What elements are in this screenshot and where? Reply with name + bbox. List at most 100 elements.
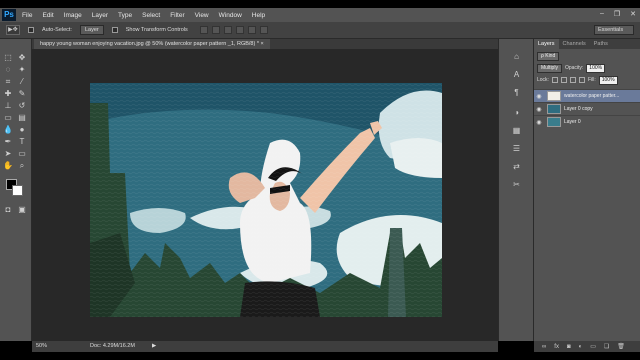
canvas-area[interactable] <box>32 49 498 341</box>
eraser-icon[interactable]: ▭ <box>3 113 13 123</box>
delete-layer-icon[interactable]: 🗑 <box>617 343 625 350</box>
photoshop-logo: Ps <box>2 9 16 21</box>
move-tool-icon[interactable]: ✥ <box>17 53 27 63</box>
lock-label: Lock: <box>537 77 549 83</box>
menu-filter[interactable]: Filter <box>170 12 184 19</box>
history-brush-icon[interactable]: ↺ <box>17 101 27 111</box>
brush-tool-icon[interactable]: ✎ <box>17 89 27 99</box>
zoom-level[interactable]: 50% <box>36 341 47 352</box>
layers-panel: Layers Channels Paths ρ Kind Multiply Op… <box>534 39 640 341</box>
align-left-icon[interactable] <box>235 26 244 34</box>
layer-controls: ρ Kind Multiply Opacity: 100% Lock: Fill… <box>534 49 640 89</box>
opacity-field[interactable]: 100% <box>586 63 606 73</box>
menu-help[interactable]: Help <box>252 12 265 19</box>
dodge-tool-icon[interactable]: ● <box>17 125 27 135</box>
quick-mask-icon[interactable]: ◘ <box>3 205 13 215</box>
menu-type[interactable]: Type <box>118 12 132 19</box>
lock-transparency-icon[interactable] <box>551 77 558 83</box>
type-tool-icon[interactable]: T <box>17 137 27 147</box>
styles-panel-icon[interactable]: ⇄ <box>511 161 522 172</box>
swatches-panel-icon[interactable]: ▦ <box>511 125 522 136</box>
zoom-tool-icon[interactable]: ⌕ <box>17 161 27 171</box>
path-select-icon[interactable]: ➤ <box>3 149 13 159</box>
visibility-eye-icon[interactable]: ◉ <box>534 106 544 113</box>
layer-style-icon[interactable]: fx <box>554 344 559 350</box>
workspace-dropdown[interactable]: Essentials <box>594 25 634 35</box>
lock-position-icon[interactable] <box>569 77 576 83</box>
visibility-eye-icon[interactable]: ◉ <box>534 119 544 126</box>
layers-panel-footer: ∞ fx ◙ ◐ ▭ ❏ 🗑 <box>534 341 640 352</box>
lock-pixels-icon[interactable] <box>560 77 567 83</box>
history-panel-icon[interactable]: ⌂ <box>511 51 522 62</box>
document-tab[interactable]: happy young woman enjoying vacation.jpg … <box>34 39 270 49</box>
visibility-eye-icon[interactable]: ◉ <box>534 93 544 100</box>
layer-row[interactable]: ◉ Layer 0 <box>534 115 640 128</box>
layer-row[interactable]: ◉ Layer 0 copy <box>534 102 640 115</box>
close-icon[interactable]: ✕ <box>630 10 636 18</box>
layer-name: Layer 0 copy <box>564 106 593 112</box>
fill-field[interactable]: 100% <box>598 75 618 85</box>
align-vcenter-icon[interactable] <box>211 26 220 34</box>
menu-bar: Ps File Edit Image Layer Type Select Fil… <box>0 8 640 22</box>
transform-controls-checkbox[interactable] <box>111 27 118 33</box>
tab-layers[interactable]: Layers <box>534 39 559 49</box>
tab-channels[interactable]: Channels <box>559 39 590 49</box>
window-controls: – ❐ ✕ <box>600 10 636 18</box>
lasso-tool-icon[interactable]: ◌ <box>3 65 13 75</box>
menu-view[interactable]: View <box>195 12 209 19</box>
auto-select-target-dropdown[interactable]: Layer <box>79 25 104 35</box>
menu-window[interactable]: Window <box>219 12 242 19</box>
magic-wand-icon[interactable]: ✦ <box>17 65 27 75</box>
adjustments-panel-icon[interactable]: ☰ <box>511 143 522 154</box>
layer-thumbnail <box>547 91 561 101</box>
lock-all-icon[interactable] <box>578 77 585 83</box>
kind-filter-dropdown[interactable]: ρ Kind <box>537 51 560 61</box>
blur-tool-icon[interactable]: 💧 <box>3 125 13 135</box>
layer-thumbnail <box>547 117 561 127</box>
move-tool-preset-icon[interactable]: ▶✥ <box>6 25 20 35</box>
layer-name: Layer 0 <box>564 119 581 125</box>
minimize-icon[interactable]: – <box>600 10 604 18</box>
color-panel-icon[interactable]: ◑ <box>511 107 522 118</box>
status-menu-arrow-icon[interactable]: ▶ <box>152 341 156 352</box>
background-color-swatch[interactable] <box>12 185 23 196</box>
healing-brush-icon[interactable]: ✚ <box>3 89 13 99</box>
screen-mode-icon[interactable]: ▣ <box>17 205 27 215</box>
align-bottom-icon[interactable] <box>223 26 232 34</box>
pen-tool-icon[interactable]: ✒ <box>3 137 13 147</box>
crop-tool-icon[interactable]: ⌗ <box>3 77 13 87</box>
document-tab-bar: happy young woman enjoying vacation.jpg … <box>32 39 498 49</box>
align-hcenter-icon[interactable] <box>247 26 256 34</box>
menu-image[interactable]: Image <box>64 12 82 19</box>
link-layers-icon[interactable]: ∞ <box>542 344 546 350</box>
menu-file[interactable]: File <box>22 12 32 19</box>
character-panel-icon[interactable]: A <box>511 69 522 80</box>
new-group-icon[interactable]: ▭ <box>590 343 596 350</box>
marquee-tool-icon[interactable]: ⬚ <box>3 53 13 63</box>
eyedropper-icon[interactable]: ⁄ <box>17 77 27 87</box>
new-layer-icon[interactable]: ❏ <box>604 343 609 350</box>
lock-buttons <box>551 77 585 83</box>
blend-mode-dropdown[interactable]: Multiply <box>537 63 562 73</box>
collapsed-panels-dock: ⌂ A ¶ ◑ ▦ ☰ ⇄ ✂ <box>498 39 534 341</box>
menu-select[interactable]: Select <box>142 12 160 19</box>
align-top-icon[interactable] <box>199 26 208 34</box>
clone-stamp-icon[interactable]: ⊥ <box>3 101 13 111</box>
restore-icon[interactable]: ❐ <box>614 10 620 18</box>
layer-row[interactable]: ◉ watercolor paper patter... <box>534 89 640 102</box>
align-right-icon[interactable] <box>259 26 268 34</box>
shape-tool-icon[interactable]: ▭ <box>17 149 27 159</box>
paragraph-panel-icon[interactable]: ¶ <box>511 87 522 98</box>
tools-presets-icon[interactable]: ✂ <box>511 179 522 190</box>
adjustment-layer-icon[interactable]: ◐ <box>579 344 583 350</box>
gradient-tool-icon[interactable]: ▤ <box>17 113 27 123</box>
menu-edit[interactable]: Edit <box>42 12 53 19</box>
auto-select-checkbox[interactable] <box>28 27 34 33</box>
layer-name: watercolor paper patter... <box>564 93 620 99</box>
align-buttons <box>199 26 268 34</box>
document-canvas-image[interactable] <box>90 83 442 317</box>
menu-layer[interactable]: Layer <box>92 12 108 19</box>
tab-paths[interactable]: Paths <box>590 39 612 49</box>
hand-tool-icon[interactable]: ✋ <box>3 161 13 171</box>
add-mask-icon[interactable]: ◙ <box>567 344 571 350</box>
